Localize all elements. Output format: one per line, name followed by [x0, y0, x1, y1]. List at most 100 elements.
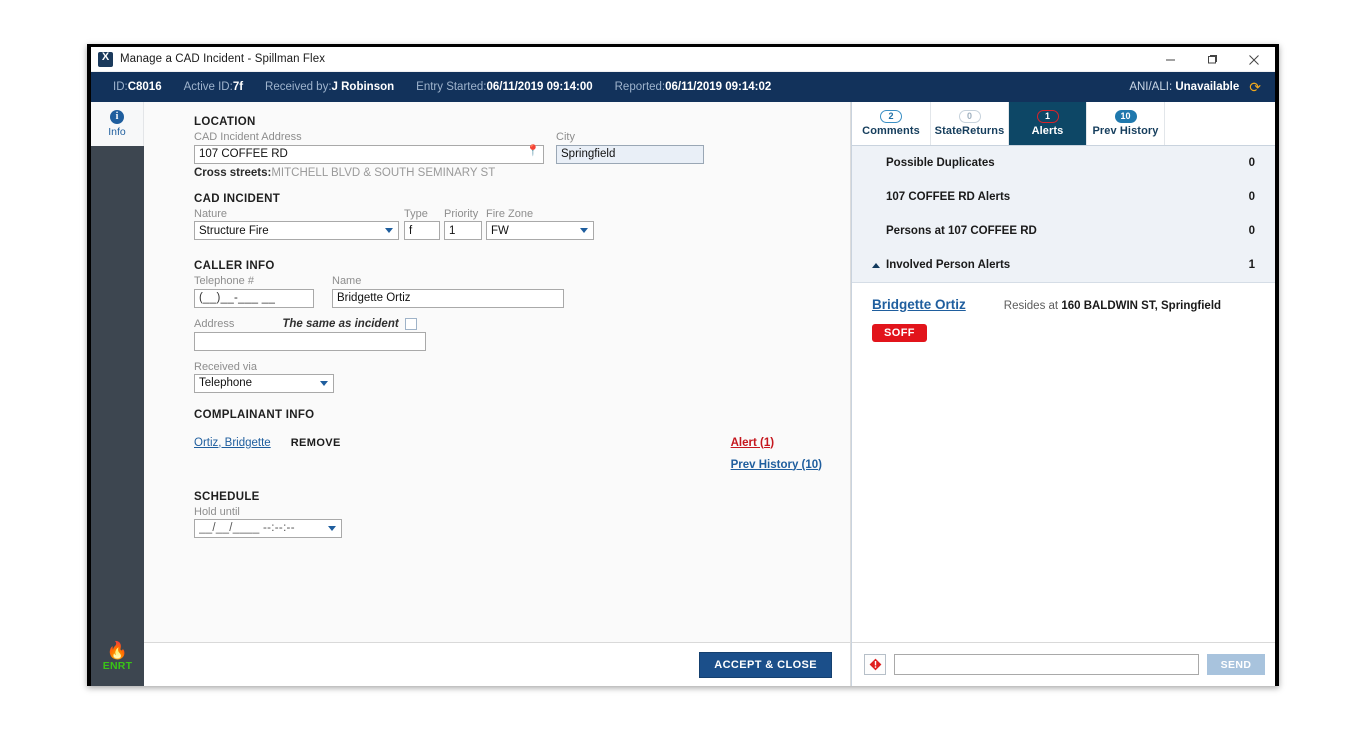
address-field-group: CAD Incident Address 📍	[194, 131, 544, 164]
caller-address-group: Address The same as incident	[194, 318, 832, 351]
alert-row-count: 1	[1249, 259, 1255, 271]
unit-status-indicator[interactable]: 🔥 ENRT	[91, 642, 144, 686]
section-heading-caller-info: CALLER INFO	[194, 260, 832, 272]
received-via-value: Telephone	[199, 377, 314, 389]
section-heading-schedule: SCHEDULE	[194, 491, 832, 503]
tab-comments[interactable]: 2 Comments	[852, 102, 930, 145]
caller-address-input[interactable]	[194, 332, 426, 351]
tab-label: Prev History	[1092, 125, 1158, 137]
infobar-value: C8016	[128, 81, 162, 93]
unit-status-label: ENRT	[103, 660, 132, 672]
restore-icon[interactable]	[1191, 47, 1233, 72]
infobar-label: Entry Started:	[416, 81, 486, 93]
chevron-down-icon	[320, 381, 328, 386]
caller-name-input[interactable]	[332, 289, 564, 308]
ani-ali-status: ANI/ALI: Unavailable ⟳	[1129, 72, 1261, 102]
infobar-value: 06/11/2019 09:14:00	[486, 81, 592, 93]
infobar-item-active-id: Active ID:7f	[184, 81, 243, 93]
alert-row-involved-person-alerts[interactable]: Involved Person Alerts 1	[852, 248, 1275, 282]
message-input[interactable]	[894, 654, 1199, 675]
close-icon[interactable]	[1233, 47, 1275, 72]
cad-incident-address-input[interactable]	[194, 145, 544, 164]
accept-and-close-button[interactable]: ACCEPT & CLOSE	[699, 652, 832, 678]
tab-alerts[interactable]: 1 Alerts	[1008, 102, 1086, 145]
resides-at: Resides at 160 BALDWIN ST, Springfield	[1004, 300, 1221, 312]
fire-zone-value: FW	[491, 225, 574, 237]
sidebar-item-info[interactable]: i Info	[91, 102, 144, 146]
resides-label: Resides at	[1004, 300, 1058, 312]
send-button[interactable]: SEND	[1207, 654, 1265, 675]
received-via-group: Received via Telephone	[194, 361, 832, 393]
hold-until-datepicker[interactable]: __/__/____ --:--:--	[194, 519, 342, 538]
section-heading-location: LOCATION	[194, 116, 832, 128]
tab-filler	[1164, 102, 1275, 145]
alert-row-persons-at-address[interactable]: Persons at 107 COFFEE RD 0	[852, 214, 1275, 248]
infobar-value: J Robinson	[332, 81, 395, 93]
involved-person-detail: Bridgette Ortiz Resides at 160 BALDWIN S…	[852, 282, 1275, 642]
refresh-icon[interactable]: ⟳	[1249, 80, 1261, 94]
location-row: CAD Incident Address 📍 City	[194, 131, 832, 164]
infobar-item-received-by: Received by:J Robinson	[265, 81, 394, 93]
alert-row-address-alerts[interactable]: 107 COFFEE RD Alerts 0	[852, 180, 1275, 214]
complainant-row: Ortiz, Bridgette REMOVE Alert (1) Prev H…	[194, 437, 832, 471]
hold-until-group: Hold until __/__/____ --:--:--	[194, 506, 832, 538]
tab-state-returns[interactable]: 0 StateReturns	[930, 102, 1008, 145]
alert-row-possible-duplicates[interactable]: Possible Duplicates 0	[852, 146, 1275, 180]
resides-value: 160 BALDWIN ST, Springfield	[1061, 300, 1221, 312]
tab-prev-history[interactable]: 10 Prev History	[1086, 102, 1164, 145]
chevron-up-icon	[872, 263, 880, 268]
tab-label: Alerts	[1032, 125, 1064, 137]
tab-label: Comments	[862, 125, 920, 137]
alert-row-count: 0	[1249, 157, 1255, 169]
infobar-item-entry-started: Entry Started:06/11/2019 09:14:00	[416, 81, 592, 93]
priority-alert-icon[interactable]	[864, 654, 886, 675]
fire-zone-select[interactable]: FW	[486, 221, 594, 240]
caller-contact-row: Telephone # Name	[194, 275, 832, 308]
telephone-input[interactable]	[194, 289, 314, 308]
panel-tabs: 2 Comments 0 StateReturns 1 Alerts 10 Pr…	[852, 102, 1275, 146]
same-as-incident-checkbox[interactable]	[405, 318, 417, 330]
received-via-select[interactable]: Telephone	[194, 374, 334, 393]
priority-label: Priority	[444, 208, 482, 220]
priority-input[interactable]	[444, 221, 482, 240]
status-badge-soff[interactable]: SOFF	[872, 324, 927, 342]
complainant-alert-link[interactable]: Alert (1)	[731, 437, 822, 449]
complainant-prev-history-link[interactable]: Prev History (10)	[731, 459, 822, 471]
infobar-label: Reported:	[615, 81, 666, 93]
alert-row-label: Involved Person Alerts	[886, 259, 1010, 271]
received-via-label: Received via	[194, 361, 832, 373]
cross-streets-label: Cross streets:	[194, 167, 271, 179]
alert-row-label: 107 COFFEE RD Alerts	[886, 191, 1010, 203]
nature-label: Nature	[194, 208, 399, 220]
infobar-label: Received by:	[265, 81, 331, 93]
type-input[interactable]	[404, 221, 440, 240]
cross-streets: Cross streets:MITCHELL BLVD & SOUTH SEMI…	[194, 167, 832, 179]
incident-info-bar: ID:C8016 Active ID:7f Received by:J Robi…	[91, 72, 1275, 102]
chevron-down-icon	[328, 526, 336, 531]
tab-badge: 10	[1115, 110, 1137, 123]
map-pin-icon[interactable]: 📍	[526, 146, 540, 157]
nature-value: Structure Fire	[199, 225, 379, 237]
section-heading-cad-incident: CAD INCIDENT	[194, 193, 832, 205]
form-footer: ACCEPT & CLOSE	[144, 642, 850, 686]
city-field-group: City	[556, 131, 704, 164]
address-label: CAD Incident Address	[194, 131, 544, 143]
window-body: i Info 🔥 ENRT LOCATION CAD Incident Addr…	[91, 102, 1275, 686]
incident-form-pane: LOCATION CAD Incident Address 📍 City	[144, 102, 851, 686]
remove-complainant-button[interactable]: REMOVE	[291, 437, 341, 449]
application-window: Manage a CAD Incident - Spillman Flex	[87, 44, 1279, 686]
alert-row-label: Persons at 107 COFFEE RD	[886, 225, 1037, 237]
sidebar-item-label: Info	[108, 126, 126, 138]
nature-field-group: Nature Structure Fire	[194, 208, 399, 240]
minimize-icon[interactable]	[1149, 47, 1191, 72]
cross-streets-value: MITCHELL BLVD & SOUTH SEMINARY ST	[271, 167, 495, 179]
infobar-value: 7f	[233, 81, 243, 93]
complainant-person: Ortiz, Bridgette REMOVE	[194, 437, 341, 449]
chevron-down-icon	[385, 228, 393, 233]
city-input[interactable]	[556, 145, 704, 164]
person-name-link[interactable]: Bridgette Ortiz	[872, 297, 966, 312]
nature-select[interactable]: Structure Fire	[194, 221, 399, 240]
hold-until-value: __/__/____ --:--:--	[199, 522, 322, 534]
complainant-person-link[interactable]: Ortiz, Bridgette	[194, 437, 271, 449]
type-label: Type	[404, 208, 440, 220]
